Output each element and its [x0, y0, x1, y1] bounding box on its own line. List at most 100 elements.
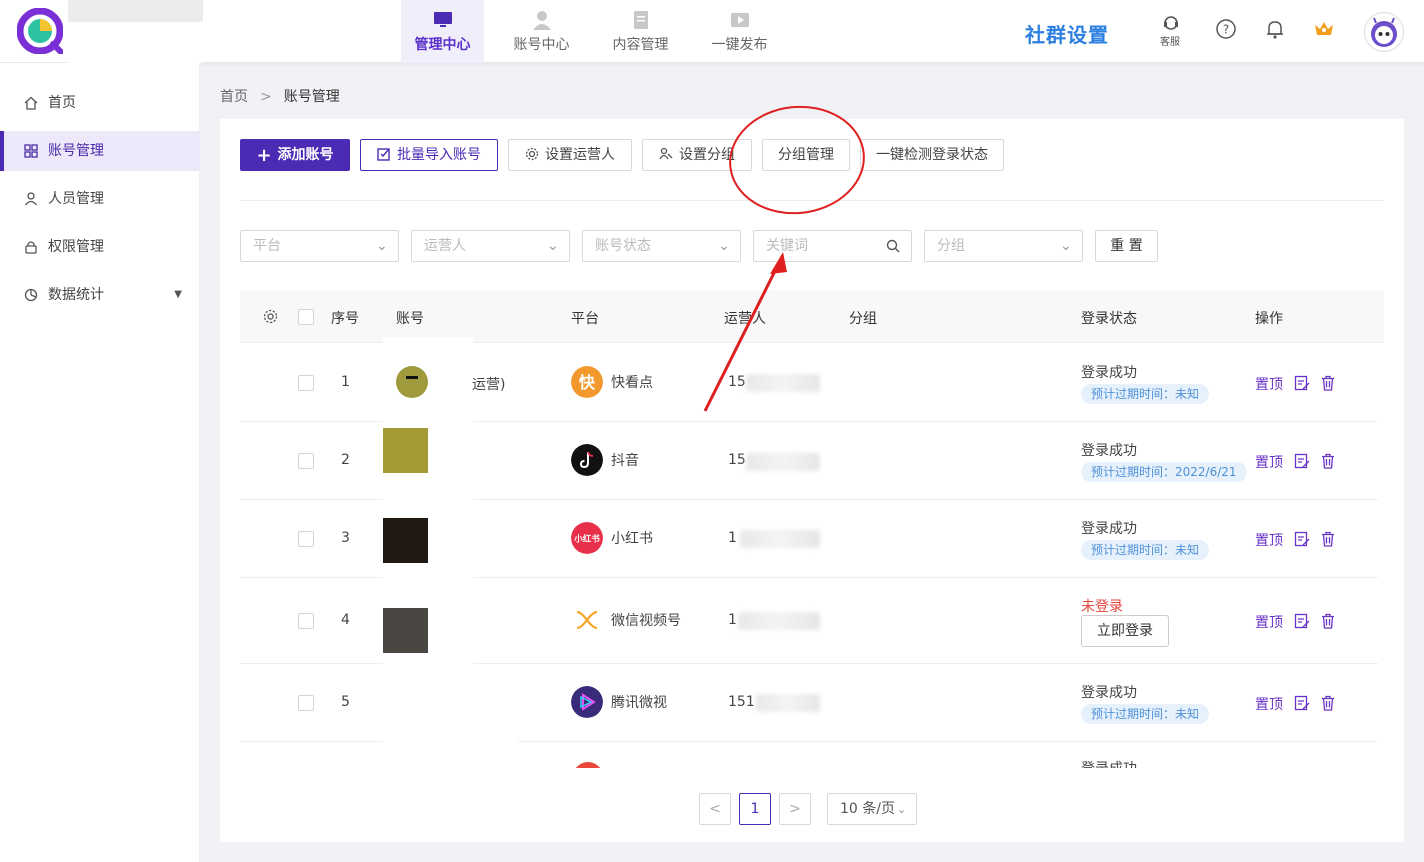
help-icon[interactable]: ? [1215, 18, 1237, 40]
set-operator-label: 设置运营人 [545, 147, 615, 163]
login-status: 登录成功 [1081, 521, 1137, 537]
douyin-icon [571, 444, 603, 476]
pin-top-link[interactable]: 置顶 [1255, 452, 1283, 472]
chart-icon [24, 288, 38, 302]
keyword-input[interactable] [766, 238, 876, 254]
login-now-button[interactable]: 立即登录 [1081, 615, 1169, 647]
set-group-button[interactable]: 设置分组 [642, 139, 752, 171]
operator: 15 [728, 374, 746, 390]
app-logo-icon[interactable] [17, 8, 63, 54]
crown-icon[interactable] [1313, 18, 1335, 40]
platform-select-placeholder: 平台 [253, 238, 281, 254]
customer-service-icon[interactable] [1161, 14, 1181, 34]
bell-icon[interactable] [1264, 18, 1286, 40]
sidebar-item-label: 首页 [48, 95, 76, 111]
set-operator-button[interactable]: 设置运营人 [508, 139, 632, 171]
pin-top-link[interactable]: 置顶 [1255, 530, 1283, 550]
customer-service-label[interactable]: 客服 [1160, 33, 1180, 48]
row-checkbox[interactable] [298, 531, 314, 547]
sidebar-item-home[interactable]: 首页 [0, 83, 200, 123]
pin-top-link[interactable]: 置顶 [1255, 612, 1283, 632]
nav-label: 账号中心 [513, 37, 570, 53]
account-status-placeholder: 账号状态 [595, 238, 651, 254]
edit-icon[interactable] [1294, 375, 1310, 391]
header-operator: 运营人 [724, 311, 766, 327]
platform-icon-text: 快 [579, 373, 596, 392]
trash-icon[interactable] [1320, 695, 1336, 711]
community-settings-link[interactable]: 社群设置 [1025, 19, 1109, 48]
add-account-button[interactable]: + 添加账号 [240, 139, 350, 171]
add-account-label: 添加账号 [277, 147, 334, 163]
sidebar-item-label: 账号管理 [48, 143, 104, 159]
sidebar-item-account-management[interactable]: 账号管理 [0, 131, 200, 171]
redacted-phone [746, 374, 820, 392]
row-index: 3 [341, 530, 350, 546]
chevron-down-icon[interactable]: ▼ [174, 275, 182, 315]
group-manage-label: 分组管理 [778, 147, 834, 163]
nav-content-management[interactable]: 内容管理 [599, 0, 682, 63]
platform-name: 抖音 [611, 453, 639, 469]
prev-page-button[interactable]: < [699, 793, 731, 825]
account-name: 运营) [472, 374, 506, 394]
operator: 151 [728, 694, 755, 710]
platform-select[interactable]: 平台 ⌄ [240, 230, 399, 262]
operator-select[interactable]: 运营人 ⌄ [411, 230, 570, 262]
edit-icon[interactable] [1294, 531, 1310, 547]
weishi-icon [571, 686, 603, 718]
column-settings-gear-icon[interactable] [263, 309, 278, 324]
platform-name: 小红书 [611, 531, 653, 547]
trash-icon[interactable] [1320, 531, 1336, 547]
play-icon [730, 13, 749, 27]
edit-icon[interactable] [1294, 613, 1310, 629]
sidebar-item-statistics[interactable]: 数据统计 ▼ [0, 275, 200, 315]
nav-account-center[interactable]: 账号中心 [500, 0, 583, 63]
pin-top-link[interactable]: 置顶 [1255, 374, 1283, 394]
divider [240, 200, 1384, 201]
trash-icon[interactable] [1320, 375, 1336, 391]
row-checkbox[interactable] [298, 695, 314, 711]
edit-icon[interactable] [1294, 695, 1310, 711]
avatar[interactable] [1364, 12, 1404, 52]
login-status: 登录成功 [1081, 685, 1137, 701]
chevron-down-icon: ⌄ [1060, 238, 1072, 254]
user-icon [532, 11, 551, 30]
nav-management-center[interactable]: 管理中心 [401, 0, 484, 63]
batch-import-button[interactable]: 批量导入账号 [360, 139, 498, 171]
pin-top-link[interactable]: 置顶 [1255, 694, 1283, 714]
trash-icon[interactable] [1320, 613, 1336, 629]
group-manage-button[interactable]: 分组管理 [762, 139, 850, 171]
nav-label: 管理中心 [414, 37, 471, 53]
row-checkbox[interactable] [298, 375, 314, 391]
search-icon[interactable] [886, 239, 900, 253]
edit-icon[interactable] [1294, 453, 1310, 469]
row-checkbox[interactable] [298, 613, 314, 629]
sidebar-item-permissions[interactable]: 权限管理 [0, 227, 200, 267]
sidebar-item-personnel[interactable]: 人员管理 [0, 179, 200, 219]
account-status-select[interactable]: 账号状态 ⌄ [582, 230, 741, 262]
next-page-button[interactable]: > [779, 793, 811, 825]
account-avatar [383, 608, 428, 653]
row-index: 1 [341, 374, 350, 390]
keyword-search-field[interactable] [753, 230, 912, 262]
reset-button[interactable]: 重 置 [1095, 230, 1158, 262]
expire-badge: 预计过期时间：未知 [1081, 704, 1210, 724]
nav-one-click-publish[interactable]: 一键发布 [698, 0, 781, 63]
page-size-select[interactable]: 10 条/页 ⌄ [827, 793, 917, 825]
row-checkbox[interactable] [298, 453, 314, 469]
trash-icon[interactable] [1320, 453, 1336, 469]
group-select[interactable]: 分组 ⌄ [924, 230, 1083, 262]
person-icon [24, 192, 38, 206]
header-account: 账号 [396, 311, 424, 327]
logo-text-redacted-bottom [68, 22, 203, 63]
select-all-checkbox[interactable] [298, 309, 314, 325]
expire-badge: 预计过期时间：未知 [1081, 540, 1210, 560]
check-login-status-button[interactable]: 一键检测登录状态 [860, 139, 1004, 171]
breadcrumb-home[interactable]: 首页 [220, 89, 248, 105]
edit-box-icon [377, 148, 390, 161]
header-platform: 平台 [571, 311, 599, 327]
redacted-phone [746, 453, 820, 471]
account-avatar [383, 428, 428, 473]
group-select-placeholder: 分组 [937, 238, 965, 254]
page-1-button[interactable]: 1 [739, 793, 771, 825]
operator-select-placeholder: 运营人 [424, 238, 466, 254]
